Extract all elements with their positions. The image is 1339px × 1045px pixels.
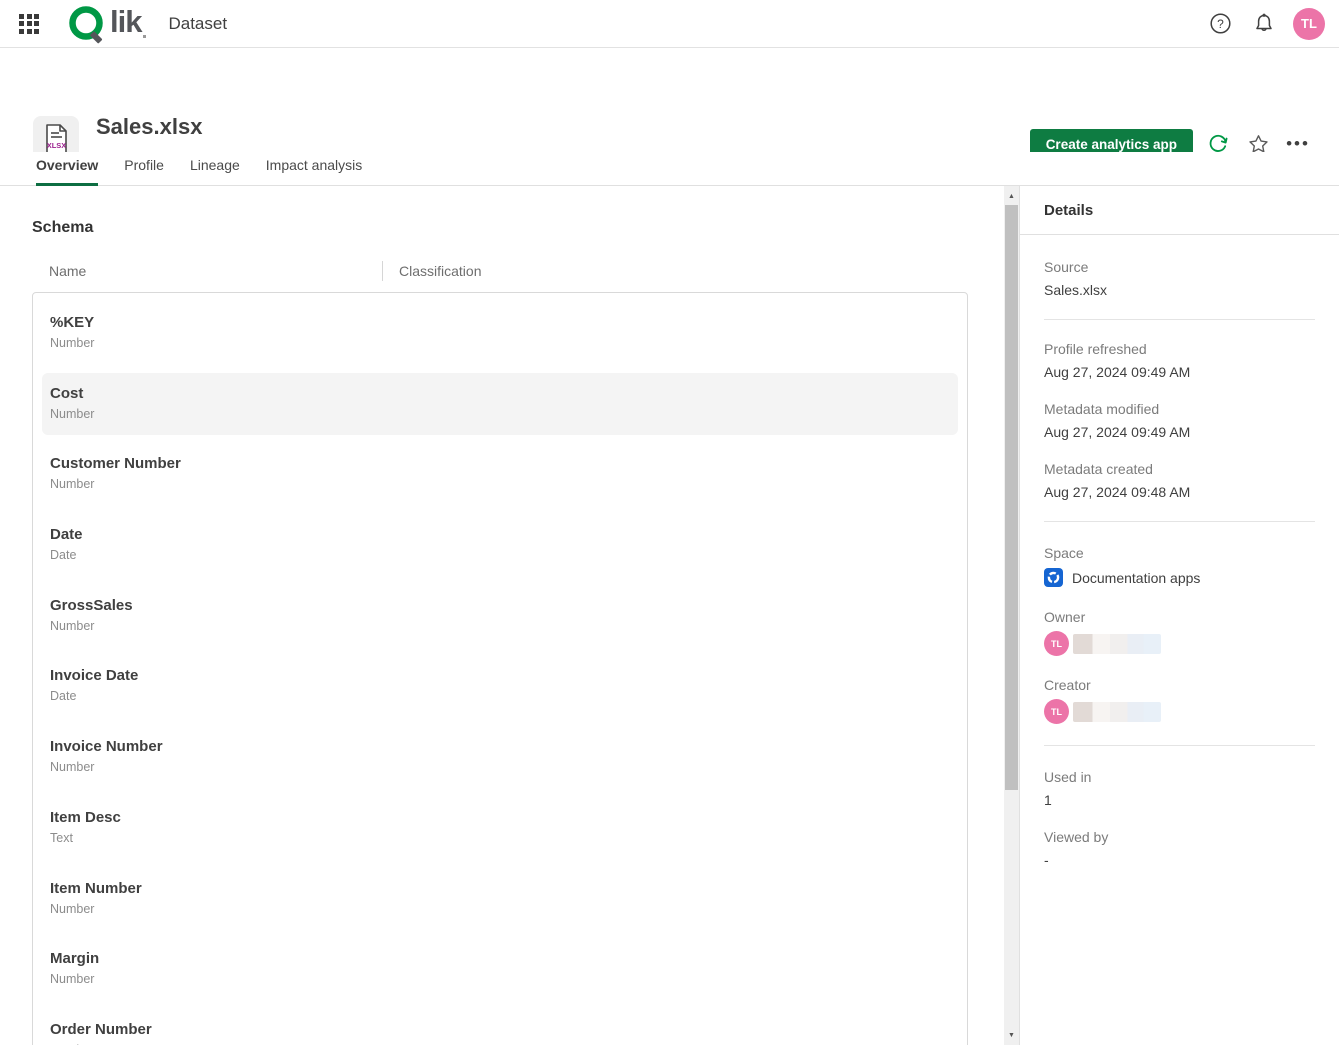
- schema-table: %KEY Number Cost Number Customer Number …: [32, 292, 968, 1045]
- divider: [1044, 319, 1315, 320]
- field-name: %KEY: [50, 314, 95, 331]
- tab-impact-analysis[interactable]: Impact analysis: [266, 157, 362, 185]
- field-name: Invoice Number: [50, 738, 163, 756]
- profile-refreshed-value: Aug 27, 2024 09:49 AM: [1044, 364, 1191, 380]
- scroll-up-arrow-icon[interactable]: ▲: [1004, 188, 1019, 204]
- overview-content: Schema Name Classification %KEY Number C…: [0, 186, 1004, 1045]
- schema-field-row[interactable]: %KEY Number: [33, 298, 967, 369]
- creator-label: Creator: [1044, 677, 1091, 693]
- tab-lineage[interactable]: Lineage: [190, 157, 240, 185]
- field-name: Item Number: [50, 879, 142, 897]
- schema-field-row[interactable]: Item Desc Text: [33, 793, 967, 864]
- details-heading: Details: [1020, 186, 1339, 235]
- schema-field-row[interactable]: Margin Number: [33, 934, 967, 1005]
- svg-text:?: ?: [1217, 17, 1224, 31]
- owner-label: Owner: [1044, 609, 1086, 625]
- field-name: Cost: [50, 384, 84, 402]
- schema-field-row[interactable]: Customer Number Number: [33, 439, 967, 510]
- owner-row: TL: [1044, 631, 1315, 656]
- space-label: Space: [1044, 545, 1084, 561]
- owner-avatar[interactable]: TL: [1044, 631, 1069, 656]
- schema-field-row[interactable]: Date Date: [33, 510, 967, 581]
- source-value: Sales.xlsx: [1044, 282, 1108, 298]
- notifications-bell-icon[interactable]: [1249, 9, 1279, 39]
- field-classification: Number: [50, 406, 95, 421]
- schema-field-row[interactable]: Invoice Date Date: [33, 651, 967, 722]
- owner-name-redacted: [1073, 633, 1161, 654]
- space-icon: [1044, 568, 1063, 587]
- field-name: Customer Number: [50, 455, 181, 473]
- source-label: Source: [1044, 259, 1089, 275]
- metadata-created-value: Aug 27, 2024 09:48 AM: [1044, 484, 1191, 500]
- used-in-label: Used in: [1044, 769, 1092, 785]
- tab-bar: Overview Profile Lineage Impact analysis: [0, 152, 1339, 186]
- creator-row: TL: [1044, 699, 1315, 724]
- scrollbar-thumb[interactable]: [1005, 205, 1018, 790]
- used-in-value: 1: [1044, 792, 1052, 808]
- qlik-logo-text: lik: [110, 3, 142, 39]
- viewed-by-value: -: [1044, 852, 1049, 868]
- field-name: Margin: [50, 950, 100, 968]
- field-name: Invoice Date: [50, 667, 139, 685]
- schema-heading: Schema: [32, 219, 94, 236]
- field-classification: Number: [50, 760, 95, 775]
- metadata-modified-label: Metadata modified: [1044, 401, 1160, 417]
- page-title: Dataset: [168, 13, 228, 33]
- dataset-title: Sales.xlsx: [96, 114, 203, 139]
- field-classification: Number: [50, 901, 95, 916]
- schema-field-row[interactable]: Cost Number: [33, 369, 967, 440]
- space-link[interactable]: Documentation apps: [1044, 568, 1315, 587]
- schema-field-row[interactable]: GrossSales Number: [33, 581, 967, 652]
- top-bar: lik Dataset ? TL: [0, 0, 1339, 48]
- schema-field-row[interactable]: Invoice Number Number: [33, 722, 967, 793]
- column-header-classification: Classification: [399, 263, 482, 279]
- qlik-logo[interactable]: lik: [66, 2, 147, 46]
- user-avatar[interactable]: TL: [1293, 7, 1325, 40]
- creator-name-redacted: [1073, 701, 1161, 722]
- field-name: Order Number: [50, 1020, 152, 1038]
- schema-field-row[interactable]: Item Number Number: [33, 864, 967, 935]
- metadata-created-label: Metadata created: [1044, 461, 1153, 477]
- field-name: GrossSales: [50, 596, 133, 614]
- tab-profile[interactable]: Profile: [124, 157, 164, 185]
- app-launcher-grid-icon[interactable]: [16, 11, 42, 37]
- viewed-by-label: Viewed by: [1044, 829, 1109, 845]
- help-icon[interactable]: ?: [1205, 9, 1235, 39]
- schema-field-row[interactable]: Order Number Number: [33, 1005, 967, 1045]
- divider: [1044, 745, 1315, 746]
- dataset-header: XLSX Sales.xlsx XLSX96,466 rows15 fields…: [0, 48, 1339, 170]
- field-classification: Number: [50, 336, 95, 350]
- column-header-name: Name: [49, 263, 87, 279]
- field-name: Date: [50, 526, 83, 544]
- details-panel: Details Source Sales.xlsx Profile refres…: [1019, 186, 1339, 1045]
- field-classification: Number: [50, 477, 95, 492]
- field-classification: Date: [50, 548, 77, 563]
- field-classification: Text: [50, 830, 73, 845]
- schema-column-headers: Name Classification: [32, 258, 968, 284]
- profile-refreshed-label: Profile refreshed: [1044, 341, 1147, 357]
- scroll-down-arrow-icon[interactable]: ▼: [1004, 1027, 1019, 1043]
- field-classification: Number: [50, 972, 95, 987]
- metadata-modified-value: Aug 27, 2024 09:49 AM: [1044, 424, 1191, 440]
- field-classification: Date: [50, 689, 77, 704]
- vertical-scrollbar[interactable]: ▲ ▼: [1004, 186, 1019, 1045]
- creator-avatar[interactable]: TL: [1044, 699, 1069, 724]
- xlsx-badge-text: XLSX: [47, 141, 67, 150]
- field-name: Item Desc: [50, 808, 121, 826]
- qlik-q-icon: [69, 5, 103, 43]
- divider: [1044, 521, 1315, 522]
- qlik-trademark-dot: [143, 34, 147, 38]
- field-classification: Number: [50, 618, 95, 633]
- space-name: Documentation apps: [1072, 569, 1201, 586]
- tab-overview[interactable]: Overview: [36, 157, 99, 186]
